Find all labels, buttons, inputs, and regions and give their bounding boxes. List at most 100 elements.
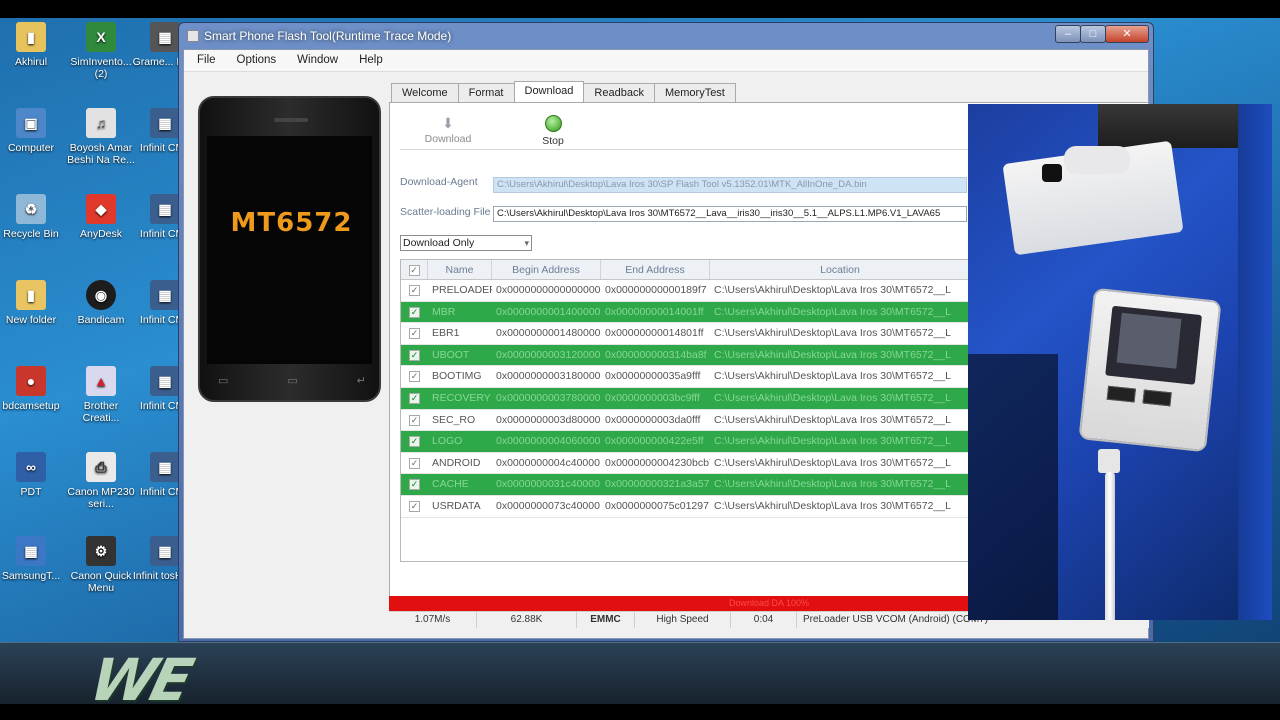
header-name[interactable]: Name — [428, 260, 492, 279]
app-icon: ▦ — [150, 366, 180, 396]
tab-memorytest[interactable]: MemoryTest — [653, 83, 736, 102]
tab-welcome[interactable]: Welcome — [391, 83, 459, 102]
desktop-icon-pdt[interactable]: ∞ PDT — [0, 452, 66, 498]
desktop-icon-bdcamsetup[interactable]: ● bdcamsetup — [0, 366, 66, 412]
partition-name: RECOVERY — [432, 391, 491, 404]
table-row[interactable]: ✓ CACHE 0x0000000031c40000 0x00000000321a3a… — [401, 474, 971, 496]
desktop-icon-boyosh-amar[interactable]: ♫ Boyosh Amar Beshi Na Re... — [66, 108, 136, 166]
partition-name: SEC_RO — [432, 413, 476, 426]
bandicam-icon: ◉ — [86, 280, 116, 310]
table-row[interactable]: ✓ ANDROID 0x0000000004c40000 0x000000000423… — [401, 453, 971, 475]
cam-usb-dongle — [1064, 146, 1130, 174]
stop-button[interactable]: Stop — [527, 113, 579, 147]
checkbox-check-icon: ✓ — [409, 328, 420, 340]
begin-address: 0x0000000004060000 — [496, 435, 601, 448]
letterbox-top — [0, 0, 1280, 18]
canon-quick-menu-icon: ⚙ — [86, 536, 116, 566]
menu-help[interactable]: Help — [346, 50, 391, 71]
desktop-icon-recycle-bin[interactable]: ♻ Recycle Bin — [0, 194, 66, 240]
progress-text: Download DA 100% — [728, 598, 810, 608]
excel-file-icon: X — [86, 22, 116, 52]
table-row[interactable]: ✓ MBR 0x0000000001400000 0x00000000014001ff… — [401, 301, 971, 324]
desktop-icon-siminventory[interactable]: X SimInvento... (2) — [66, 22, 136, 80]
letterbox-bottom — [0, 704, 1280, 720]
table-row[interactable]: ✓ BOOTIMG 0x0000000003180000 0x00000000035a… — [401, 366, 971, 388]
begin-address: 0x0000000003d80000 — [496, 413, 601, 426]
tab-format[interactable]: Format — [457, 83, 515, 102]
mp3-file-icon: ♫ — [86, 108, 116, 138]
row-checkbox[interactable]: ✓ — [401, 302, 428, 323]
begin-address: 0x0000000000000000 — [496, 284, 601, 296]
desktop-icon-bandicam[interactable]: ◉ Bandicam — [66, 280, 136, 326]
partition-location: C:\Users\Akhirul\Desktop\Lava Iros 30\MT… — [714, 284, 951, 296]
installer-icon: ● — [16, 366, 46, 396]
partition-location: C:\Users\Akhirul\Desktop\Lava Iros 30\MT… — [714, 348, 951, 361]
table-row[interactable]: ✓ USRDATA 0x0000000073c40000 0x0000000075c0… — [401, 496, 971, 518]
cam-dongle-cap — [1042, 164, 1062, 182]
desktop-icon-canon-quick-menu[interactable]: ⚙ Canon Quick Menu — [66, 536, 136, 594]
table-row[interactable]: ✓ UBOOT 0x0000000003120000 0x000000000314ba… — [401, 344, 971, 367]
desktop-icon-akhirul[interactable]: ▮ Akhirul — [0, 22, 66, 68]
row-checkbox[interactable]: ✓ — [401, 474, 428, 495]
desktop-icon-anydesk[interactable]: ◆ AnyDesk — [66, 194, 136, 240]
menu-file[interactable]: File — [184, 50, 224, 71]
header-end-address[interactable]: End Address — [601, 260, 710, 279]
close-button[interactable]: ✕ — [1105, 25, 1149, 43]
begin-address: 0x0000000073c40000 — [496, 499, 600, 512]
checkbox-check-icon: ✓ — [409, 479, 420, 491]
menu-bar: File Options Window Help — [184, 50, 1148, 72]
end-address: 0x00000000014001ff — [605, 305, 704, 318]
header-location[interactable]: Location — [710, 260, 971, 279]
row-checkbox[interactable]: ✓ — [401, 280, 428, 301]
partition-table: ✓ Name Begin Address End Address Locatio… — [400, 259, 972, 562]
app-icon: ▦ — [150, 280, 180, 310]
row-checkbox[interactable]: ✓ — [401, 345, 428, 366]
channel-watermark: WE — [83, 646, 197, 704]
select-all-checkbox[interactable]: ✓ — [401, 260, 428, 279]
desktop-icon-new-folder[interactable]: ▮ New folder — [0, 280, 66, 326]
table-row[interactable]: ✓ LOGO 0x0000000004060000 0x000000000422e5f… — [401, 431, 971, 453]
row-checkbox[interactable]: ✓ — [401, 496, 428, 517]
desktop-icon-brother[interactable]: ▲ Brother Creati... — [66, 366, 136, 424]
title-bar[interactable]: Smart Phone Flash Tool(Runtime Trace Mod… — [179, 23, 1153, 49]
desktop-icon-computer[interactable]: ▣ Computer — [0, 108, 66, 154]
maximize-button[interactable]: □ — [1080, 25, 1106, 43]
table-row[interactable]: ✓ PRELOADER 0x0000000000000000 0x0000000000… — [401, 280, 971, 302]
tab-bar: Welcome Format Download Readback MemoryT… — [391, 81, 736, 102]
row-checkbox[interactable]: ✓ — [401, 366, 428, 387]
app-icon: ▦ — [150, 22, 180, 52]
row-checkbox[interactable]: ✓ — [401, 410, 428, 431]
partition-name: ANDROID — [432, 456, 481, 469]
tab-download[interactable]: Download — [513, 81, 585, 102]
partition-name: USRDATA — [432, 499, 481, 512]
row-checkbox[interactable]: ✓ — [401, 431, 428, 452]
row-checkbox[interactable]: ✓ — [401, 323, 428, 344]
table-row[interactable]: ✓ SEC_RO 0x0000000003d80000 0x0000000003da0… — [401, 410, 971, 432]
menu-options[interactable]: Options — [224, 50, 285, 71]
partition-location: C:\Users\Akhirul\Desktop\Lava Iros 30\MT… — [714, 413, 951, 426]
tab-readback[interactable]: Readback — [583, 83, 655, 102]
minimize-button[interactable]: – — [1055, 25, 1081, 43]
partition-name: UBOOT — [432, 348, 470, 361]
menu-window[interactable]: Window — [284, 50, 346, 71]
begin-address: 0x0000000004c40000 — [496, 456, 600, 469]
table-row[interactable]: ✓ EBR1 0x0000000001480000 0x00000000014801f… — [401, 323, 971, 345]
app-icon: ▦ — [150, 194, 180, 224]
computer-icon: ▣ — [16, 108, 46, 138]
table-row[interactable]: ✓ RECOVERY 0x0000000003780000 0x0000000003b… — [401, 387, 971, 410]
scatter-loading-field[interactable]: C:\Users\Akhirul\Desktop\Lava Iros 30\MT… — [493, 206, 967, 222]
download-mode-select[interactable]: Download Only ▾ — [400, 235, 532, 251]
checkbox-check-icon: ✓ — [409, 436, 420, 448]
folder-icon: ▮ — [16, 22, 46, 52]
desktop-icon-canon-mp230[interactable]: ⎙ Canon MP230 seri... — [66, 452, 136, 510]
scatter-loading-label: Scatter-loading File — [400, 206, 491, 218]
phone-image: MT6572 ▭ ▭ ↵ — [198, 96, 381, 402]
row-checkbox[interactable]: ✓ — [401, 453, 428, 474]
download-button[interactable]: ⬇ Download — [422, 113, 474, 145]
partition-name: EBR1 — [432, 327, 460, 340]
download-agent-field[interactable]: C:\Users\Akhirul\Desktop\Lava Iros 30\SP… — [493, 177, 967, 193]
desktop-icon-samsung-tool[interactable]: ▦ SamsungT... — [0, 536, 66, 582]
row-checkbox[interactable]: ✓ — [401, 388, 428, 409]
header-begin-address[interactable]: Begin Address — [492, 260, 601, 279]
phone-screen — [207, 136, 372, 364]
